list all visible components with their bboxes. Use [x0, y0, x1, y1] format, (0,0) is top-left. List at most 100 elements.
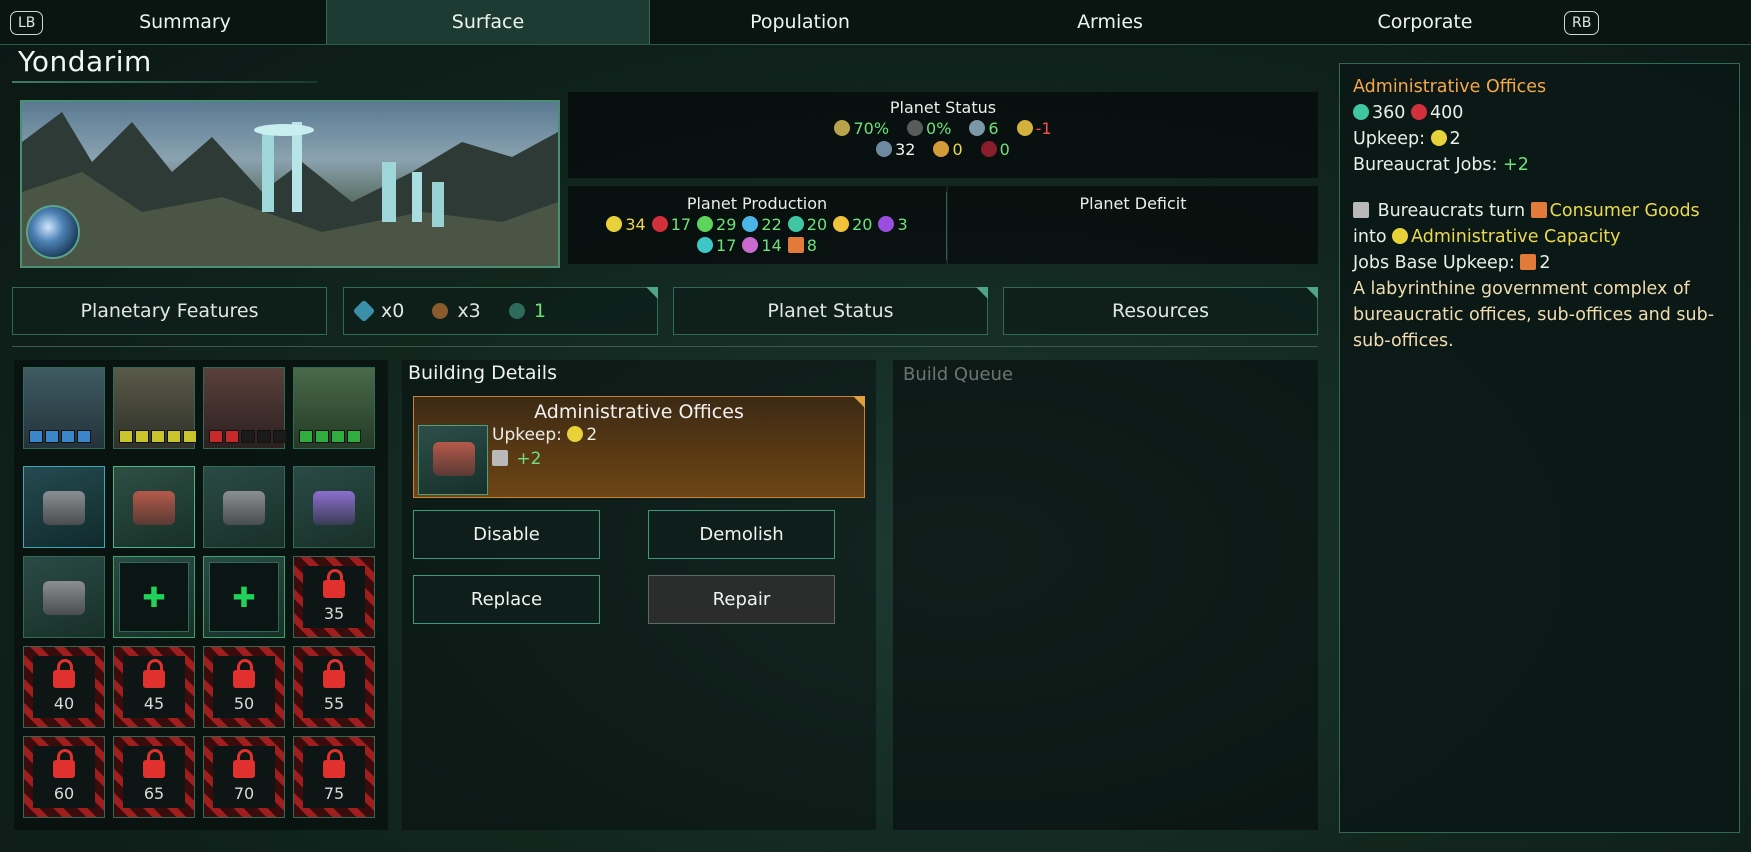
research-value: 22 — [761, 215, 782, 234]
locked-building-slot: 60 — [23, 736, 105, 818]
planet-deficit-panel: Planet Deficit — [948, 186, 1318, 264]
tooltip-upkeep: Upkeep: 2 — [1353, 129, 1461, 149]
happiness-stat[interactable]: -1 — [1016, 119, 1052, 138]
pop-icon — [876, 141, 893, 157]
disable-button[interactable]: Disable — [413, 510, 600, 559]
agriculture-district-tile[interactable] — [293, 367, 375, 449]
planetary-features-button[interactable]: Planetary Features — [12, 287, 327, 335]
tooltip-building-name: Administrative Offices — [1353, 77, 1547, 97]
add-building-icon: ✚ — [232, 580, 256, 614]
planet-status-button[interactable]: Planet Status — [673, 287, 988, 335]
locked-building-slot: 35 — [293, 556, 375, 638]
building-tile-5[interactable] — [23, 556, 105, 638]
building-tile-4[interactable] — [293, 466, 375, 548]
crime-stat[interactable]: 0% — [907, 119, 951, 138]
district-slot-a[interactable]: x0 — [352, 299, 404, 323]
district-slot-c[interactable]: 1 — [508, 300, 546, 322]
planetary-features-label: Planetary Features — [80, 300, 259, 322]
minerals-icon — [1410, 104, 1427, 120]
locked-building-slot: 55 — [293, 646, 375, 728]
mining-district-tile[interactable] — [203, 367, 287, 449]
lock-icon — [233, 658, 255, 688]
minerals-value: 17 — [670, 215, 692, 234]
tab-armies[interactable]: Armies — [960, 0, 1260, 44]
locked-building-slot: 75 — [293, 736, 375, 818]
locked-building-slot: 50 — [203, 646, 285, 728]
unemployed-stat[interactable]: 0 — [933, 140, 963, 159]
research-icon — [742, 216, 759, 232]
energy-icon — [567, 426, 584, 442]
jobs-value: 8 — [806, 236, 817, 255]
tooltip-base-upkeep: Jobs Base Upkeep: 2 — [1353, 253, 1551, 273]
alloys-value: 20 — [852, 215, 873, 234]
section-divider — [12, 346, 1318, 347]
unity-value: 20 — [806, 215, 828, 234]
tab-population[interactable]: Population — [650, 0, 950, 44]
locked-building-slot: 65 — [113, 736, 195, 818]
jobs-icon — [1520, 254, 1537, 270]
consumer-goods-icon — [1530, 202, 1547, 218]
trade-value: 17 — [716, 236, 737, 255]
tooltip-cost: 360 400 — [1353, 100, 1726, 126]
building-jobs: +2 — [492, 449, 541, 469]
resources-button[interactable]: Resources — [1003, 287, 1318, 335]
tooltip-description: Bureaucrats turn Consumer Goods into Adm… — [1353, 201, 1700, 247]
title-underline — [12, 81, 317, 83]
lb-button-hint[interactable]: LB — [10, 11, 44, 35]
planet-name: Yondarim — [18, 45, 152, 78]
locked-building-slot: 45 — [113, 646, 195, 728]
planet-globe-icon[interactable] — [26, 205, 80, 259]
lock-icon — [323, 658, 345, 688]
build-queue-panel — [893, 360, 1318, 830]
generator-district-tile[interactable] — [113, 367, 197, 449]
locked-building-slot: 70 — [203, 736, 285, 818]
tab-summary[interactable]: Summary — [60, 0, 310, 44]
influence-value: 3 — [897, 215, 908, 234]
replace-button[interactable]: Replace — [413, 575, 600, 624]
lock-icon — [143, 748, 165, 778]
feature-icon — [508, 303, 525, 319]
demolish-button[interactable]: Demolish — [648, 510, 835, 559]
planet-view: LB Summary Surface Population Armies Cor… — [0, 0, 1751, 852]
tab-bar: LB Summary Surface Population Armies Cor… — [0, 0, 1751, 45]
panel-divider — [946, 192, 947, 260]
stability-stat[interactable]: 70% — [834, 119, 889, 138]
capital-building-tile[interactable] — [23, 466, 105, 548]
building-details-title: Building Details — [408, 362, 557, 384]
empty-building-slot[interactable]: ✚ — [113, 556, 195, 638]
selected-building-name: Administrative Offices — [534, 401, 744, 423]
amenities-stat[interactable]: 6 — [969, 119, 999, 138]
alloys-icon — [833, 216, 850, 232]
lock-icon — [323, 748, 345, 778]
rb-button-hint[interactable]: RB — [1564, 11, 1600, 35]
influence-icon — [878, 216, 895, 232]
lock-icon — [53, 748, 75, 778]
tooltip-flavor-text: A labyrinthine government complex of bur… — [1353, 279, 1715, 351]
repair-button[interactable]: Repair — [648, 575, 835, 624]
energy-icon — [606, 216, 623, 232]
city-district-tile[interactable] — [23, 367, 105, 449]
planet-status-title: Planet Status — [889, 98, 997, 117]
planet-landscape-image — [20, 100, 560, 268]
pops-stat[interactable]: 32 — [876, 140, 915, 159]
tab-surface[interactable]: Surface — [326, 0, 650, 44]
planet-status-label: Planet Status — [767, 300, 894, 322]
lock-icon — [323, 568, 345, 598]
jobs-icon — [787, 237, 804, 253]
trade-icon — [697, 237, 714, 253]
blocker-icon — [432, 303, 449, 319]
administrative-capacity-icon — [1392, 228, 1409, 244]
district-slot-b[interactable]: x3 — [432, 300, 481, 322]
district-slots-bar: x0 x3 1 — [343, 287, 658, 335]
amenities-icon — [969, 120, 986, 136]
unity-icon — [787, 216, 804, 232]
add-building-icon: ✚ — [142, 580, 166, 614]
unemployed-icon — [933, 141, 950, 157]
empty-building-slot[interactable]: ✚ — [203, 556, 285, 638]
stability-icon — [834, 120, 851, 136]
deviancy-stat[interactable]: 0 — [980, 140, 1010, 159]
administrative-offices-tile[interactable] — [113, 466, 195, 548]
tab-corporate[interactable]: Corporate — [1270, 0, 1580, 44]
building-tile-3[interactable] — [203, 466, 285, 548]
lock-icon — [53, 658, 75, 688]
